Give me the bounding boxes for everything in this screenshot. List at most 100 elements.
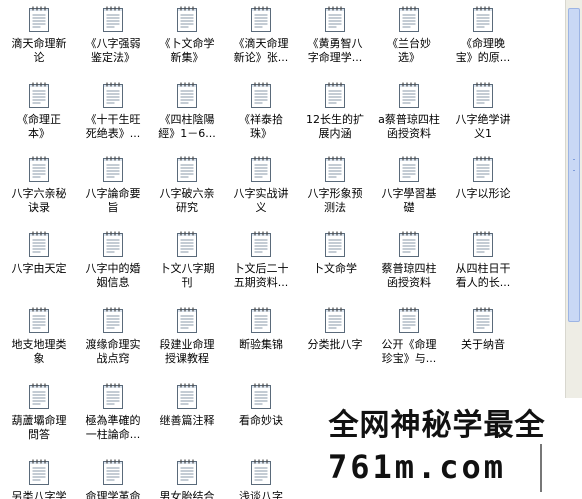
- file-name: 另类八字学: [11, 490, 67, 499]
- file-item[interactable]: 卜文后二十 五期资料...: [224, 230, 298, 290]
- text-document-icon: [103, 156, 123, 182]
- watermark-url: 761m.com: [327, 448, 507, 486]
- file-item[interactable]: 渡缘命理实 战点窍: [76, 306, 150, 366]
- file-item[interactable]: 《卜文命学 新集》: [150, 5, 224, 65]
- file-name: 葫蘆壩命理 問答: [11, 414, 67, 441]
- file-name: 卜文八字期 刊: [159, 262, 215, 289]
- file-item[interactable]: 命理学革命: [76, 458, 150, 499]
- file-name: 《命理晚 宝》的原...: [455, 37, 511, 64]
- file-name: 卜文后二十 五期资料...: [233, 262, 289, 289]
- file-item[interactable]: a蔡普琼四柱 函授资料: [372, 81, 446, 141]
- text-document-icon: [251, 307, 271, 333]
- file-item[interactable]: 《八字强弱 鉴定法》: [76, 5, 150, 65]
- file-item[interactable]: 断验集锦: [224, 306, 298, 352]
- file-name: 《滴天命理 新论》张...: [233, 37, 289, 64]
- text-document-icon: [29, 459, 49, 485]
- file-item[interactable]: 浅谈八字: [224, 458, 298, 499]
- file-name: 继善篇注释: [159, 414, 215, 427]
- watermark-title: 全网神秘学最全: [328, 408, 546, 443]
- file-name: 《卜文命学 新集》: [159, 37, 215, 64]
- file-item[interactable]: 12长生的扩 展内涵: [298, 81, 372, 141]
- text-document-icon: [473, 307, 493, 333]
- watermark: 全网神秘学最全 761m.com: [292, 398, 582, 499]
- file-item[interactable]: 葫蘆壩命理 問答: [2, 382, 76, 442]
- file-item[interactable]: 男女胎结合: [150, 458, 224, 499]
- file-item[interactable]: 蔡普琼四柱 函授资料: [372, 230, 446, 290]
- text-document-icon: [399, 231, 419, 257]
- scrollbar-thumb[interactable]: [568, 8, 580, 322]
- text-document-icon: [103, 459, 123, 485]
- file-item[interactable]: 八字以形论: [446, 155, 520, 201]
- text-document-icon: [251, 82, 271, 108]
- file-item[interactable]: 《祥泰拾 珠》: [224, 81, 298, 141]
- file-item[interactable]: 《命理晚 宝》的原...: [446, 5, 520, 65]
- file-item[interactable]: 《兰台妙 选》: [372, 5, 446, 65]
- file-name: 关于纳音: [461, 338, 505, 351]
- file-name: 《八字强弱 鉴定法》: [85, 37, 141, 64]
- file-item[interactable]: 八字由天定: [2, 230, 76, 276]
- text-document-icon: [399, 307, 419, 333]
- file-item[interactable]: 極為準確的 一柱論命...: [76, 382, 150, 442]
- file-name: 公开《命理 珍宝》与...: [381, 338, 437, 365]
- file-name: 八字論命要 旨: [85, 187, 141, 214]
- text-document-icon: [251, 231, 271, 257]
- file-name: 滴天命理新 论: [11, 37, 67, 64]
- text-document-icon: [103, 307, 123, 333]
- file-name: 段建业命理 授课教程: [159, 338, 215, 365]
- file-name: 《十干生旺 死绝表》...: [85, 113, 141, 140]
- file-item[interactable]: 八字學習基 礎: [372, 155, 446, 215]
- text-document-icon: [325, 6, 345, 32]
- file-name: 《四柱陰陽 經》1－6...: [158, 113, 216, 140]
- text-document-icon: [29, 82, 49, 108]
- file-item[interactable]: 八字論命要 旨: [76, 155, 150, 215]
- file-item[interactable]: 继善篇注释: [150, 382, 224, 428]
- file-item[interactable]: 从四柱日干 看人的长...: [446, 230, 520, 290]
- file-item[interactable]: 八字实战讲 义: [224, 155, 298, 215]
- file-name: 看命妙诀: [239, 414, 283, 427]
- file-name: 《命理正 本》: [17, 113, 61, 140]
- file-item[interactable]: 《命理正 本》: [2, 81, 76, 141]
- file-name: 八字形象预 测法: [307, 187, 363, 214]
- file-item[interactable]: 《四柱陰陽 經》1－6...: [150, 81, 224, 141]
- file-name: 渡缘命理实 战点窍: [85, 338, 141, 365]
- file-item[interactable]: 关于纳音: [446, 306, 520, 352]
- file-item[interactable]: 地支地理类 象: [2, 306, 76, 366]
- file-item[interactable]: 段建业命理 授课教程: [150, 306, 224, 366]
- text-document-icon: [177, 459, 197, 485]
- file-item[interactable]: 《黄勇智八 字命理学...: [298, 5, 372, 65]
- file-name: 八字由天定: [11, 262, 67, 275]
- file-item[interactable]: 公开《命理 珍宝》与...: [372, 306, 446, 366]
- text-document-icon: [325, 307, 345, 333]
- text-document-icon: [399, 82, 419, 108]
- file-item[interactable]: 另类八字学: [2, 458, 76, 499]
- file-item[interactable]: 分类批八字: [298, 306, 372, 352]
- watermark-separator: [540, 444, 542, 492]
- file-name: 从四柱日干 看人的长...: [455, 262, 511, 289]
- file-item[interactable]: 《十干生旺 死绝表》...: [76, 81, 150, 141]
- text-document-icon: [473, 6, 493, 32]
- file-name: 命理学革命: [85, 490, 141, 499]
- file-name: 八字破六亲 研究: [159, 187, 215, 214]
- file-name: 《兰台妙 选》: [387, 37, 431, 64]
- file-item[interactable]: 八字中的婚 姻信息: [76, 230, 150, 290]
- text-document-icon: [29, 307, 49, 333]
- file-item[interactable]: 八字形象预 测法: [298, 155, 372, 215]
- file-item[interactable]: 看命妙诀: [224, 382, 298, 428]
- text-document-icon: [177, 383, 197, 409]
- text-document-icon: [251, 156, 271, 182]
- file-name: 八字实战讲 义: [233, 187, 289, 214]
- text-document-icon: [325, 231, 345, 257]
- file-name: 浅谈八字: [239, 490, 283, 499]
- file-item[interactable]: 卜文八字期 刊: [150, 230, 224, 290]
- text-document-icon: [29, 6, 49, 32]
- file-item[interactable]: 八字六亲秘 诀录: [2, 155, 76, 215]
- file-item[interactable]: 滴天命理新 论: [2, 5, 76, 65]
- text-document-icon: [177, 6, 197, 32]
- file-item[interactable]: 《滴天命理 新论》张...: [224, 5, 298, 65]
- file-item[interactable]: 八字破六亲 研究: [150, 155, 224, 215]
- text-document-icon: [325, 82, 345, 108]
- file-name: 八字學習基 礎: [381, 187, 437, 214]
- text-document-icon: [251, 459, 271, 485]
- file-item[interactable]: 八字绝学讲 义1: [446, 81, 520, 141]
- file-item[interactable]: 卜文命学: [298, 230, 372, 276]
